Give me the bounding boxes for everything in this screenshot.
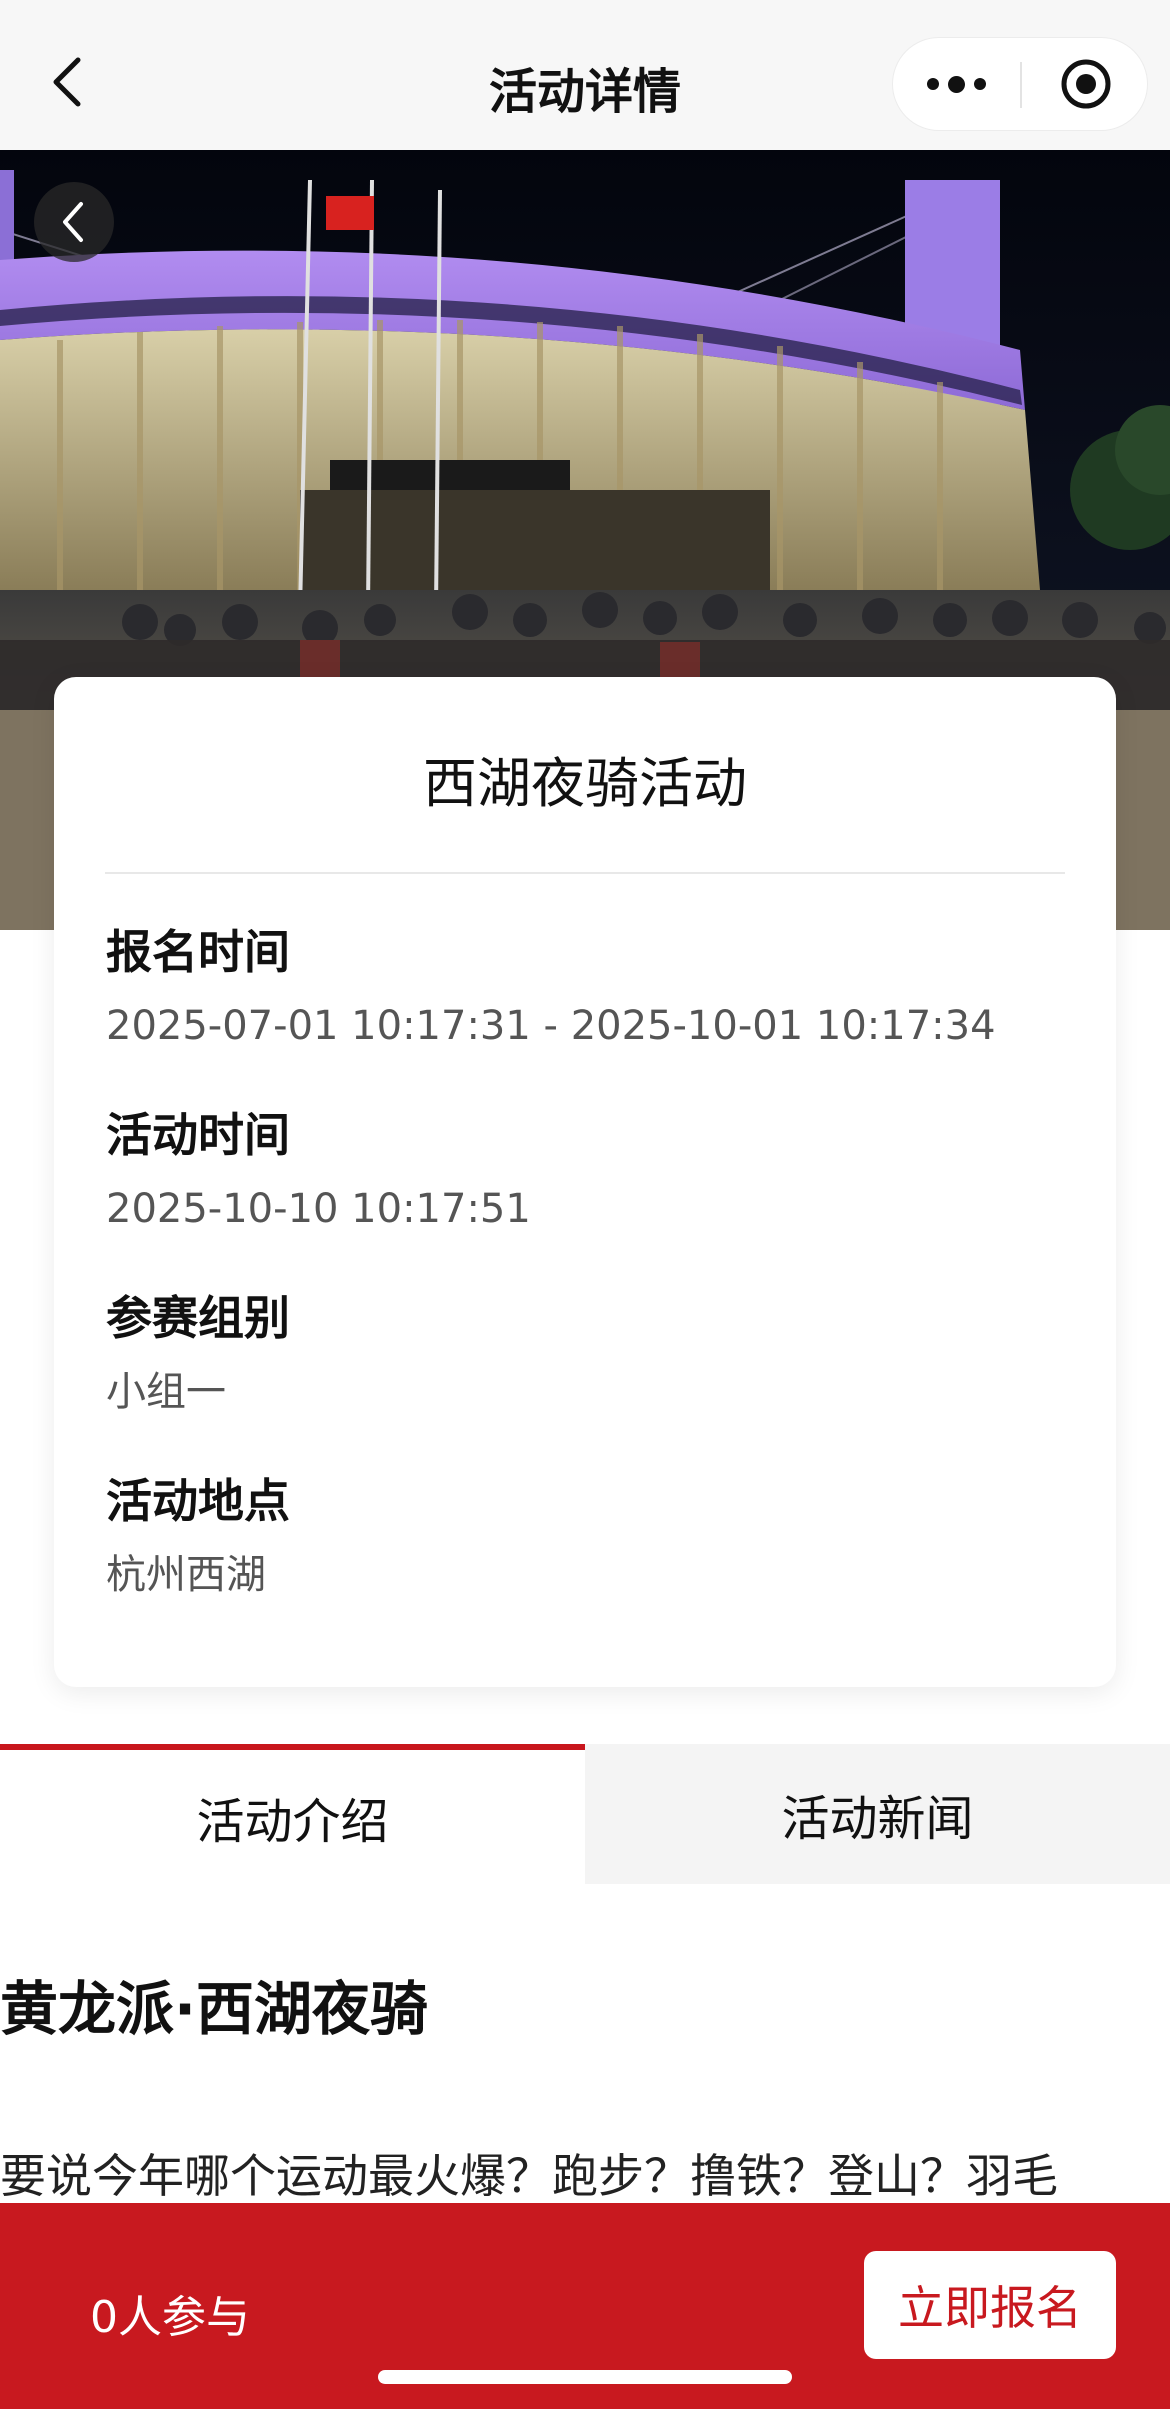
mini-program-capsule (892, 37, 1148, 131)
field-location: 活动地点 杭州西湖 (106, 1471, 290, 1603)
chevron-left-icon (63, 202, 83, 242)
field-registration-time: 报名时间 2025-07-01 10:17:31 - 2025-10-01 10… (106, 922, 996, 1054)
image-back-button[interactable] (34, 182, 114, 262)
tab-intro[interactable]: 活动介绍 (0, 1744, 585, 1884)
field-event-time: 活动时间 2025-10-10 10:17:51 (106, 1105, 531, 1237)
more-button[interactable] (893, 38, 1020, 130)
article-title: 黄龙派·西湖夜骑 (0, 1975, 429, 2043)
field-value: 2025-07-01 10:17:31 - 2025-10-01 10:17:3… (106, 1003, 996, 1049)
field-label: 活动时间 (106, 1108, 290, 1162)
field-value: 2025-10-10 10:17:51 (106, 1186, 531, 1232)
more-dot-icon (927, 78, 939, 90)
close-mini-program-button[interactable] (1022, 38, 1149, 130)
nav-bar: 活动详情 (0, 0, 1170, 150)
event-title: 西湖夜骑活动 (423, 752, 747, 815)
page: 活动详情 西湖夜骑活动 报名时间 2025-07-01 10:17:31 - 2… (0, 0, 1170, 2409)
event-info-card: 西湖夜骑活动 报名时间 2025-07-01 10:17:31 - 2025-1… (54, 677, 1116, 1687)
participant-count: 0人参与 (90, 2292, 250, 2343)
signup-button[interactable]: 立即报名 (864, 2251, 1116, 2359)
field-label: 参赛组别 (106, 1291, 290, 1345)
more-dot-icon (974, 78, 986, 90)
field-label: 活动地点 (106, 1474, 290, 1528)
home-indicator (378, 2370, 792, 2384)
card-divider (105, 872, 1065, 874)
article-text: 要说今年哪个运动最火爆？跑步？撸铁？登山？羽毛 (0, 2149, 1058, 2203)
field-value: 小组一 (106, 1369, 226, 1415)
target-icon (1061, 59, 1110, 109)
tab-news[interactable]: 活动新闻 (585, 1744, 1170, 1884)
field-value: 杭州西湖 (106, 1552, 266, 1598)
content-tabs: 活动介绍 活动新闻 (0, 1744, 1170, 1884)
field-label: 报名时间 (106, 925, 290, 979)
more-dot-icon (948, 75, 965, 93)
field-group: 参赛组别 小组一 (106, 1288, 290, 1420)
